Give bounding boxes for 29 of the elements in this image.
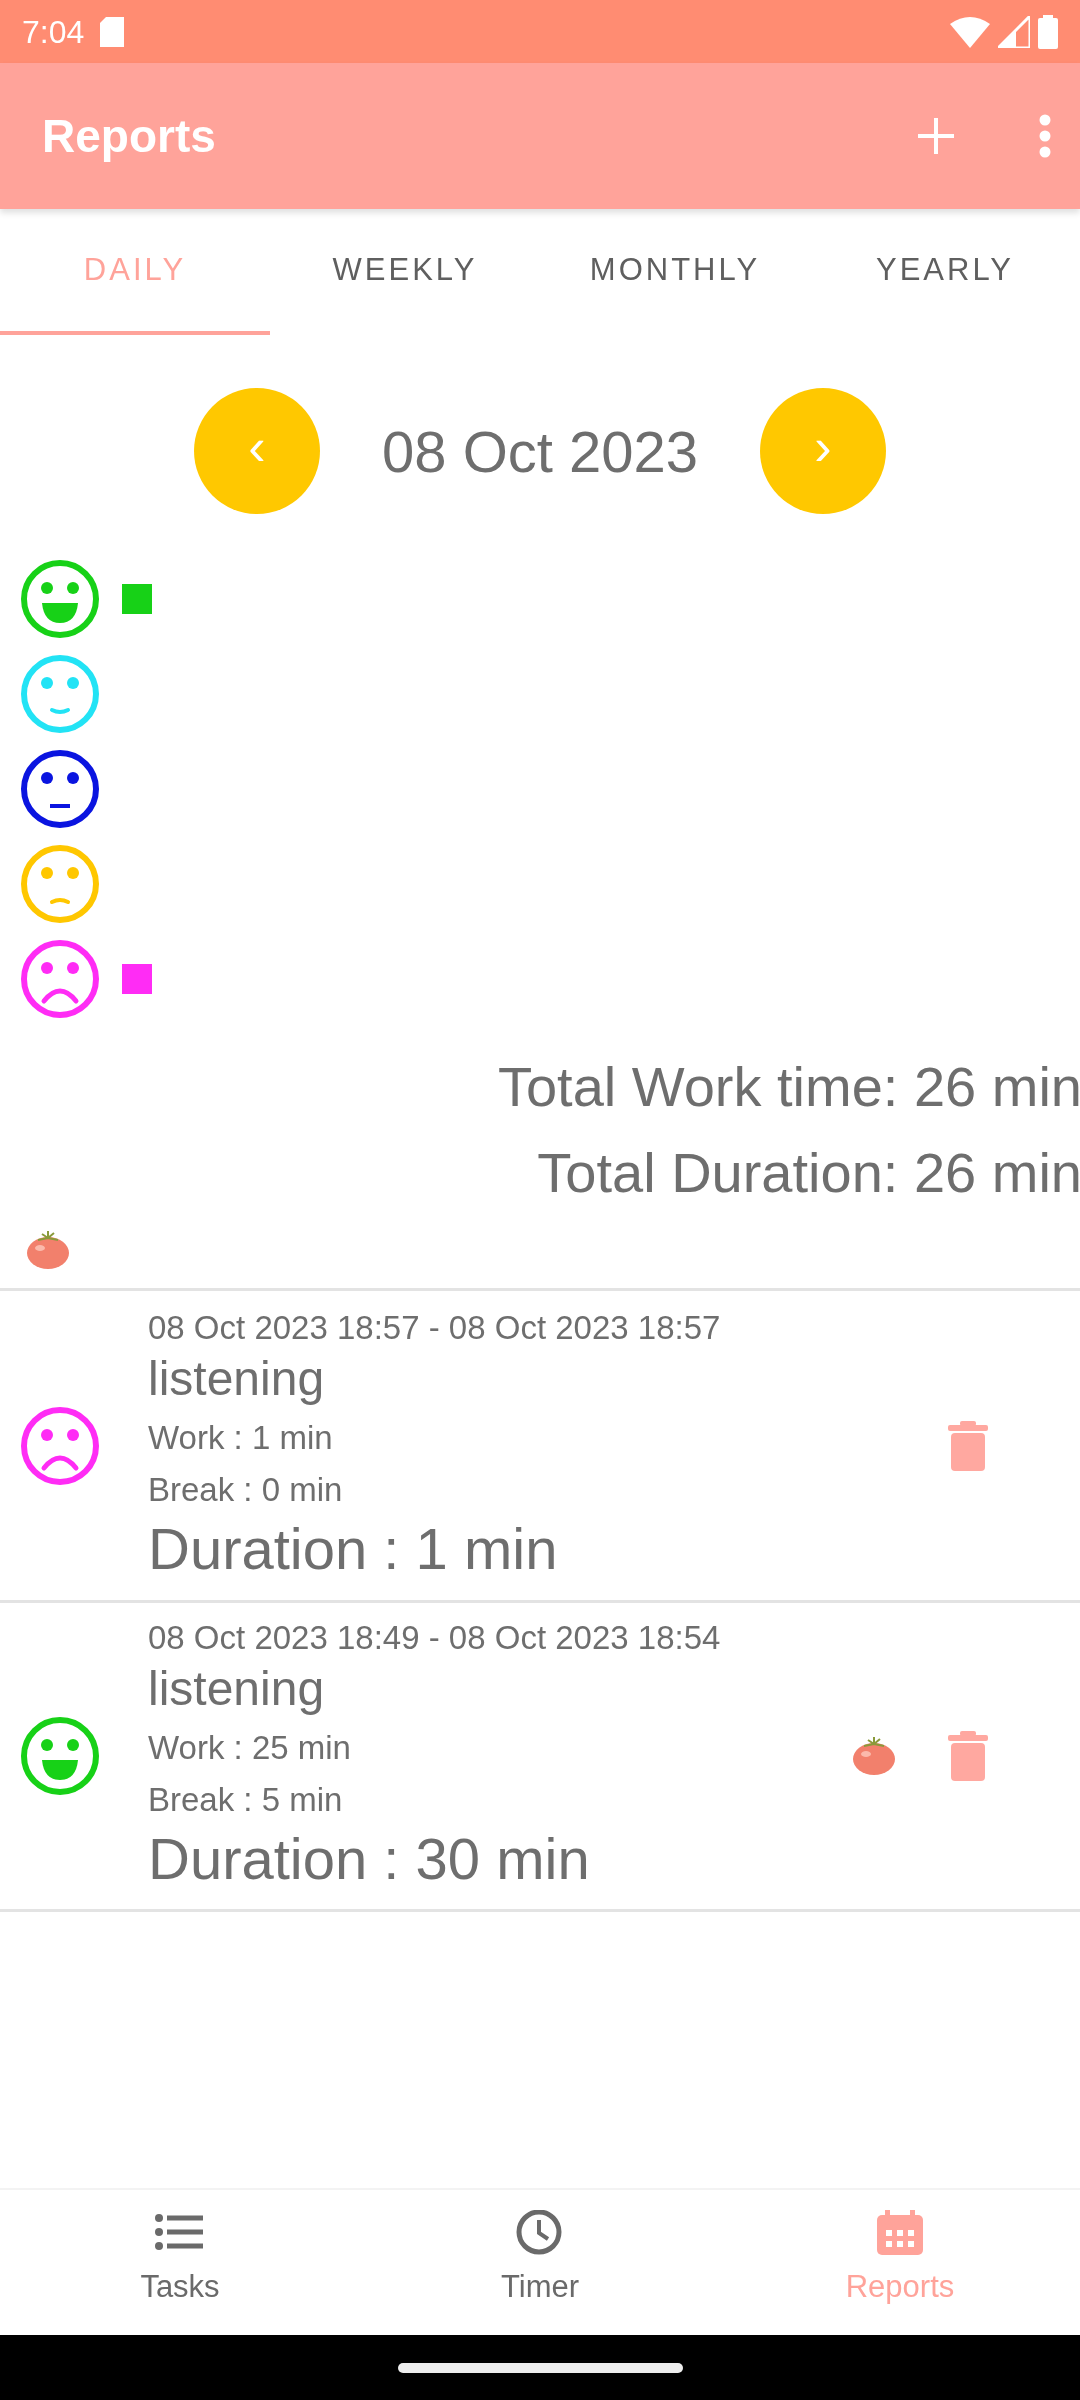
total-label: Total Work time: 26 min xyxy=(497,1054,1080,1120)
work-time: Work : 1 min xyxy=(148,1417,334,1458)
tab[interactable]: MONTHLY xyxy=(540,209,810,335)
date-label: 08 Oct 2023 xyxy=(381,417,699,486)
time-range: 08 Oct 2023 18:57 - 08 Oct 2023 18:57 xyxy=(148,1308,721,1347)
duration-label: Duration : 1 min xyxy=(148,1515,559,1583)
home-indicator[interactable] xyxy=(397,2362,683,2373)
tab[interactable]: YEARLY xyxy=(810,209,1080,335)
screen-title: Reports xyxy=(42,108,216,164)
sd-card-icon xyxy=(100,16,125,47)
nav-tab[interactable]: Timer xyxy=(360,2190,720,2335)
delete-button[interactable] xyxy=(948,1731,988,1781)
work-time: Work : 25 min xyxy=(148,1728,352,1769)
more-options-button[interactable] xyxy=(1038,114,1052,158)
wifi-icon xyxy=(950,15,990,48)
signal-icon xyxy=(998,15,1030,48)
delete-button[interactable] xyxy=(948,1420,988,1471)
break-time: Break : 5 min xyxy=(148,1780,344,1821)
time-range: 08 Oct 2023 18:49 - 08 Oct 2023 18:54 xyxy=(148,1619,721,1658)
entry-title: listening xyxy=(148,1661,326,1717)
entry-title: listening xyxy=(148,1350,326,1406)
status-time: 7:04 xyxy=(22,12,85,52)
tomato-icon xyxy=(26,1230,70,1270)
tab[interactable]: WEEKLY xyxy=(270,209,540,335)
duration-label: Duration : 30 min xyxy=(148,1826,591,1893)
battery-icon xyxy=(1038,14,1058,49)
total-label: Total Duration: 26 min xyxy=(537,1140,1080,1206)
nav-tab[interactable]: Tasks xyxy=(0,2190,360,2335)
break-time: Break : 0 min xyxy=(148,1469,344,1510)
